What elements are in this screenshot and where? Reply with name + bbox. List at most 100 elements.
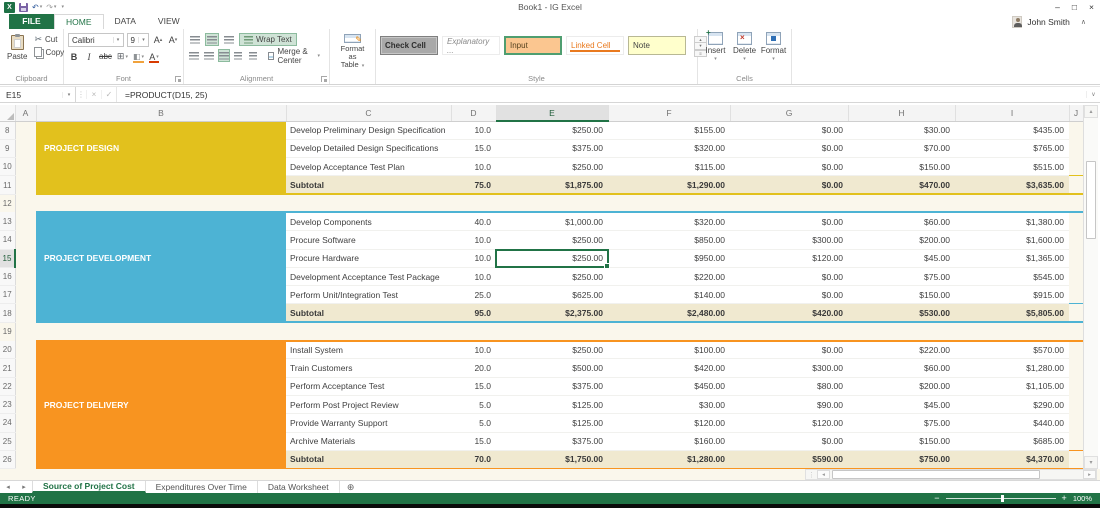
cell-C13[interactable]: Develop Components bbox=[286, 211, 451, 232]
section-block-cell[interactable] bbox=[36, 121, 286, 140]
format-as-table-button[interactable]: ✎ Format as Table ▾ bbox=[334, 33, 371, 71]
align-center-button[interactable] bbox=[203, 49, 215, 62]
cell-I16[interactable]: $545.00 bbox=[955, 267, 1069, 287]
align-bottom-button[interactable] bbox=[222, 33, 236, 46]
cell-F10[interactable]: $115.00 bbox=[608, 157, 730, 177]
cell-F23[interactable]: $30.00 bbox=[608, 395, 730, 415]
cell-D16[interactable]: 10.0 bbox=[451, 267, 496, 287]
cell-J8[interactable] bbox=[1069, 121, 1083, 140]
tab-view[interactable]: VIEW bbox=[147, 14, 191, 29]
cell-A21[interactable] bbox=[15, 358, 36, 378]
section-block-cell[interactable] bbox=[36, 267, 286, 286]
cell-J19[interactable] bbox=[1069, 322, 1083, 341]
strikethrough-button[interactable]: abc bbox=[98, 50, 113, 63]
cell-E26[interactable]: $1,750.00 bbox=[496, 449, 608, 469]
shrink-font-button[interactable]: A bbox=[167, 34, 179, 47]
cell-F8[interactable]: $155.00 bbox=[608, 121, 730, 140]
cell-I17[interactable]: $915.00 bbox=[955, 285, 1069, 305]
cell-A18[interactable] bbox=[15, 303, 36, 323]
cell-H16[interactable]: $75.00 bbox=[848, 267, 955, 287]
cell-C26[interactable]: Subtotal bbox=[286, 449, 451, 469]
cell-J18[interactable] bbox=[1069, 303, 1083, 324]
cell-E8[interactable]: $250.00 bbox=[496, 121, 608, 140]
row-header-11[interactable]: 11 bbox=[0, 175, 16, 195]
align-middle-button[interactable] bbox=[205, 33, 219, 46]
row-header-21[interactable]: 21 bbox=[0, 358, 16, 378]
style-chip-check[interactable]: Check Cell bbox=[380, 36, 438, 55]
row-header-14[interactable]: 14 bbox=[0, 230, 16, 250]
cell-H18[interactable]: $530.00 bbox=[848, 303, 955, 324]
cell-D12[interactable] bbox=[451, 194, 496, 213]
scroll-left-icon[interactable]: ◂ bbox=[817, 470, 830, 479]
horizontal-scroll-track[interactable] bbox=[831, 470, 1082, 479]
cell-A12[interactable] bbox=[15, 194, 36, 213]
cell-J12[interactable] bbox=[1069, 194, 1083, 213]
cell-I22[interactable]: $1,105.00 bbox=[955, 377, 1069, 396]
cell-G24[interactable]: $120.00 bbox=[730, 413, 848, 433]
cell-E25[interactable]: $375.00 bbox=[496, 432, 608, 451]
column-header-F[interactable]: F bbox=[608, 105, 731, 122]
cell-I13[interactable]: $1,380.00 bbox=[955, 211, 1069, 232]
cell-I14[interactable]: $1,600.00 bbox=[955, 230, 1069, 250]
cell-G21[interactable]: $300.00 bbox=[730, 358, 848, 378]
cell-J21[interactable] bbox=[1069, 358, 1083, 378]
section-block-cell[interactable] bbox=[36, 432, 286, 451]
cell-C15[interactable]: Procure Hardware bbox=[286, 249, 451, 268]
column-header-E[interactable]: E bbox=[496, 105, 609, 122]
cell-H19[interactable] bbox=[848, 322, 955, 341]
cell-G9[interactable]: $0.00 bbox=[730, 139, 848, 159]
column-header-C[interactable]: C bbox=[286, 105, 452, 122]
wrap-text-button[interactable]: Wrap Text bbox=[239, 33, 297, 46]
column-header-A[interactable]: A bbox=[15, 105, 37, 122]
cell-C14[interactable]: Procure Software bbox=[286, 230, 451, 250]
chevron-down-icon[interactable]: ▾ bbox=[62, 91, 75, 98]
cell-F16[interactable]: $220.00 bbox=[608, 267, 730, 287]
cell-D21[interactable]: 20.0 bbox=[451, 358, 496, 378]
cell-C16[interactable]: Development Acceptance Test Package bbox=[286, 267, 451, 287]
cell-F26[interactable]: $1,280.00 bbox=[608, 449, 730, 469]
cell-E9[interactable]: $375.00 bbox=[496, 139, 608, 159]
cell-A10[interactable] bbox=[15, 157, 36, 176]
section-block-cell[interactable]: PROJECT DELIVERY bbox=[36, 395, 286, 414]
cell-A14[interactable] bbox=[15, 230, 36, 250]
cell-G20[interactable]: $0.00 bbox=[730, 339, 848, 360]
cell-G25[interactable]: $0.00 bbox=[730, 432, 848, 451]
cell-H24[interactable]: $75.00 bbox=[848, 413, 955, 433]
copy-button[interactable]: Copy bbox=[34, 47, 64, 57]
cell-C23[interactable]: Perform Post Project Review bbox=[286, 395, 451, 415]
cell-D11[interactable]: 75.0 bbox=[451, 175, 496, 196]
cell-F12[interactable] bbox=[608, 194, 730, 213]
section-block-cell[interactable] bbox=[36, 303, 286, 324]
cell-I18[interactable]: $5,805.00 bbox=[955, 303, 1069, 324]
cell-D8[interactable]: 10.0 bbox=[451, 121, 496, 140]
maximize-button[interactable]: □ bbox=[1072, 0, 1077, 14]
save-icon[interactable] bbox=[19, 2, 28, 12]
cell-A13[interactable] bbox=[15, 212, 36, 231]
cell-I9[interactable]: $765.00 bbox=[955, 139, 1069, 159]
horizontal-scroll-thumb[interactable] bbox=[832, 470, 1041, 479]
add-sheet-button[interactable]: ⊕ bbox=[340, 481, 362, 493]
redo-button[interactable]: ↷ ▾ bbox=[46, 3, 56, 12]
cell-A16[interactable] bbox=[15, 267, 36, 286]
cell-D10[interactable]: 10.0 bbox=[451, 157, 496, 177]
style-chip-note[interactable]: Note bbox=[628, 36, 686, 55]
column-header-J[interactable]: J bbox=[1069, 105, 1083, 122]
borders-button[interactable]: ⊞ ▾ bbox=[116, 50, 129, 63]
cell-J24[interactable] bbox=[1069, 413, 1083, 433]
cell-H22[interactable]: $200.00 bbox=[848, 377, 955, 396]
cell-G10[interactable]: $0.00 bbox=[730, 157, 848, 177]
font-dialog-launcher-icon[interactable] bbox=[175, 76, 181, 82]
section-block-cell[interactable] bbox=[36, 230, 286, 250]
italic-button[interactable]: I bbox=[83, 50, 95, 63]
column-header-D[interactable]: D bbox=[451, 105, 497, 122]
cell-C19[interactable] bbox=[286, 322, 451, 341]
cell-E14[interactable]: $250.00 bbox=[496, 230, 608, 250]
confirm-entry-button[interactable]: ✓ bbox=[101, 90, 116, 99]
section-block-cell[interactable] bbox=[36, 449, 286, 469]
zoom-in-button[interactable]: + bbox=[1062, 494, 1067, 503]
cell-A17[interactable] bbox=[15, 285, 36, 304]
cell-C25[interactable]: Archive Materials bbox=[286, 432, 451, 451]
row-header-23[interactable]: 23 bbox=[0, 395, 16, 415]
cell-A11[interactable] bbox=[15, 175, 36, 195]
cell-C12[interactable] bbox=[286, 194, 451, 213]
